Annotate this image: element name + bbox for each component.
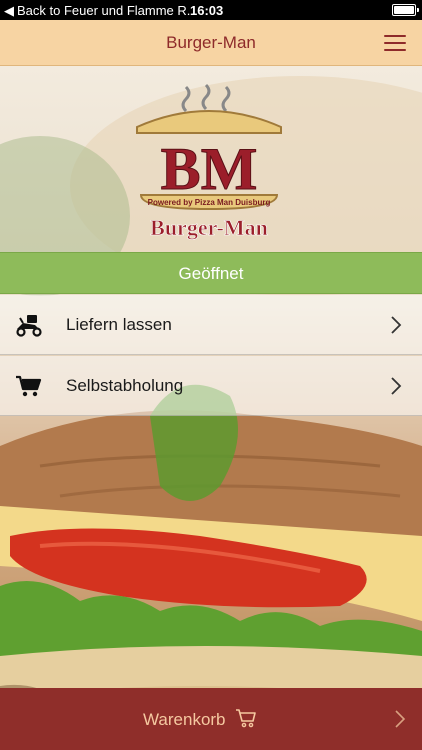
- logo-tagline: Powered by Pizza Man Duisburg: [148, 198, 271, 207]
- pickup-option-label: Selbstabholung: [66, 376, 184, 395]
- chevron-right-icon: [394, 709, 406, 729]
- hamburger-menu-icon[interactable]: [384, 35, 406, 51]
- delivery-option-label: Liefern lassen: [66, 315, 172, 334]
- shopping-cart-icon: [235, 708, 257, 728]
- logo-initials: BM: [161, 136, 258, 202]
- pickup-option-row[interactable]: Selbstabholung: [0, 356, 422, 416]
- open-status-label: Geöffnet: [178, 264, 244, 283]
- open-status-banner: Geöffnet: [0, 252, 422, 294]
- nav-bar: Burger-Man: [0, 20, 422, 66]
- back-arrow-icon: ◀: [4, 3, 14, 18]
- chevron-right-icon: [390, 315, 402, 335]
- cart-button[interactable]: Warenkorb: [0, 688, 422, 750]
- back-to-app-link[interactable]: ◀ Back to Feuer und Flamme R...: [4, 3, 198, 18]
- clock: 16:03: [190, 3, 224, 18]
- status-bar: ◀ Back to Feuer und Flamme R... 16:03: [0, 0, 422, 20]
- brand-logo: BM Powered by Pizza Man Duisburg Burger-…: [131, 77, 287, 241]
- shopping-cart-icon: [15, 374, 43, 398]
- battery-icon: [392, 4, 419, 16]
- delivery-scooter-icon: [15, 313, 43, 337]
- logo-name: Burger-Man: [150, 215, 268, 240]
- back-label: Back to Feuer und Flamme R...: [17, 3, 198, 18]
- cart-label: Warenkorb: [143, 710, 226, 729]
- chevron-right-icon: [390, 376, 402, 396]
- delivery-option-row[interactable]: Liefern lassen: [0, 295, 422, 355]
- page-title: Burger-Man: [166, 33, 256, 52]
